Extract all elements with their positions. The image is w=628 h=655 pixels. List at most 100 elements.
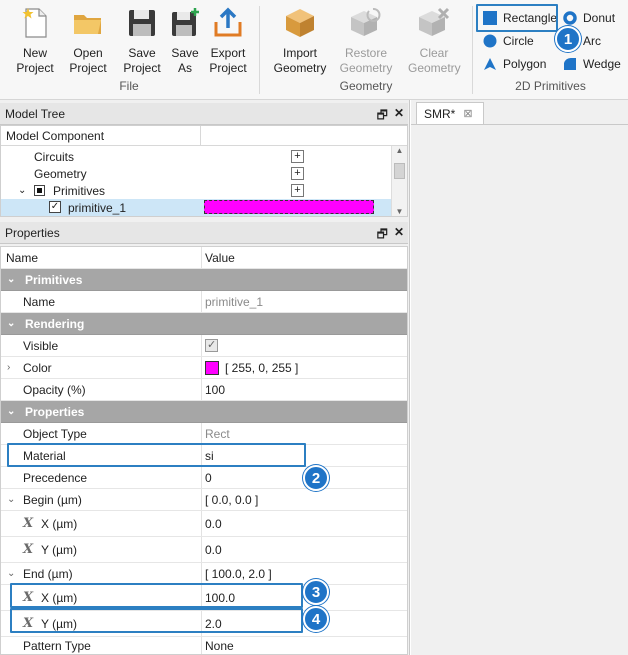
save-project-label: Save Project xyxy=(123,46,161,75)
close-icon[interactable]: ✕ xyxy=(394,106,404,127)
editor-canvas[interactable] xyxy=(411,124,628,655)
model-tree-header: Model Tree 🗗 ✕ xyxy=(0,103,408,125)
property-row-visible[interactable]: Visible ✓ xyxy=(1,335,407,357)
export-icon xyxy=(214,7,242,37)
wedge-button[interactable]: Wedge xyxy=(563,54,621,74)
axis-x-icon: X xyxy=(23,590,34,605)
property-row-opacity[interactable]: Opacity (%) 100 xyxy=(1,379,407,401)
callout-1: 1 xyxy=(555,26,581,52)
property-row-color[interactable]: › Color [ 255, 0, 255 ] xyxy=(1,357,407,379)
chevron-down-icon[interactable]: ⌄ xyxy=(7,318,15,329)
open-project-button[interactable]: Open Project xyxy=(63,4,113,76)
property-value: primitive_1 xyxy=(205,294,264,309)
property-row-precedence[interactable]: Precedence 0 xyxy=(1,467,407,489)
end-y-input[interactable]: 2.0 xyxy=(205,617,222,631)
donut-button[interactable]: Donut xyxy=(563,8,615,28)
category-properties[interactable]: ⌄ Properties xyxy=(1,401,407,423)
property-label: Y (µm) xyxy=(41,542,78,557)
import-geometry-button[interactable]: Import Geometry xyxy=(272,4,328,76)
rectangle-icon xyxy=(483,11,497,25)
category-label: Properties xyxy=(25,404,85,419)
chevron-right-icon[interactable]: › xyxy=(7,362,10,373)
chevron-down-icon[interactable]: ⌄ xyxy=(7,568,15,579)
restore-window-icon[interactable]: 🗗 xyxy=(377,106,388,127)
add-icon[interactable]: + xyxy=(291,184,304,197)
wedge-icon xyxy=(564,57,576,70)
tree-row-geometry[interactable]: Geometry + xyxy=(1,165,392,182)
restore-geometry-label: Restore Geometry xyxy=(339,46,393,75)
model-tree-controls: 🗗 ✕ xyxy=(377,106,404,127)
property-row-name[interactable]: Name primitive_1 xyxy=(1,291,407,313)
property-row-begin-x[interactable]: X X (µm) 0.0 xyxy=(1,511,407,537)
properties-header: Properties 🗗 ✕ xyxy=(0,222,408,244)
property-row-pattern-type[interactable]: Pattern Type None xyxy=(1,635,407,654)
chevron-down-icon[interactable]: ⌄ xyxy=(7,274,15,285)
property-label: Visible xyxy=(23,338,59,353)
primitive-color-swatch[interactable] xyxy=(204,200,374,214)
visible-checkbox[interactable]: ✓ xyxy=(205,339,218,355)
restore-geometry-icon xyxy=(351,8,381,36)
export-project-button[interactable]: Export Project xyxy=(203,4,253,76)
tab-smr[interactable]: SMR* ⊠ xyxy=(416,102,484,124)
property-label: X (µm) xyxy=(41,516,78,531)
color-swatch[interactable] xyxy=(205,361,219,375)
chevron-down-icon[interactable]: ⌄ xyxy=(18,185,26,196)
circle-label: Circle xyxy=(503,34,534,48)
axis-x-icon: X xyxy=(23,616,34,631)
category-rendering[interactable]: ⌄ Rendering xyxy=(1,313,407,335)
property-label: Precedence xyxy=(23,470,88,485)
model-tree: Model Component Circuits + Geometry + ⌄ … xyxy=(0,125,408,217)
circle-button[interactable]: Circle xyxy=(483,31,534,51)
add-icon[interactable]: + xyxy=(291,167,304,180)
rectangle-label: Rectangle xyxy=(503,11,558,25)
category-label: Rendering xyxy=(25,316,85,331)
property-row-begin[interactable]: ⌄ Begin (µm) [ 0.0, 0.0 ] xyxy=(1,489,407,511)
scroll-up-icon[interactable]: ▲ xyxy=(392,146,407,155)
tree-label: Primitives xyxy=(53,183,106,198)
add-icon[interactable]: + xyxy=(291,150,304,163)
geometry-group-label: Geometry xyxy=(339,79,393,93)
property-label: Color xyxy=(23,360,52,375)
ribbon-toolbar: New Project Open Project Save Project Sa… xyxy=(0,0,628,100)
end-x-input[interactable]: 100.0 xyxy=(205,591,235,605)
chevron-down-icon[interactable]: ⌄ xyxy=(7,494,15,505)
chevron-down-icon[interactable]: ⌄ xyxy=(7,406,15,417)
property-row-material[interactable]: Material si xyxy=(1,445,407,467)
properties-title: Properties xyxy=(5,225,60,240)
import-geometry-icon xyxy=(286,9,314,37)
tree-row-circuits[interactable]: Circuits + xyxy=(1,148,392,165)
property-row-end-y[interactable]: X Y (µm) 2.0 xyxy=(1,611,407,637)
polygon-button[interactable]: Polygon xyxy=(483,54,546,74)
clear-geometry-button[interactable]: Clear Geometry xyxy=(408,4,461,76)
category-primitives[interactable]: ⌄ Primitives xyxy=(1,269,407,291)
property-row-begin-y[interactable]: X Y (µm) 0.0 xyxy=(1,537,407,563)
rectangle-button[interactable]: Rectangle xyxy=(483,8,557,28)
checkbox-partial-icon[interactable] xyxy=(34,185,45,196)
restore-geometry-button[interactable]: Restore Geometry xyxy=(338,4,394,76)
property-row-end[interactable]: ⌄ End (µm) [ 100.0, 2.0 ] xyxy=(1,563,407,585)
scroll-thumb[interactable] xyxy=(394,163,405,179)
tree-row-primitives[interactable]: ⌄ Primitives + xyxy=(1,182,392,199)
restore-window-icon[interactable]: 🗗 xyxy=(377,225,388,246)
checkbox-checked-icon[interactable]: ✓ xyxy=(49,201,61,213)
scroll-down-icon[interactable]: ▼ xyxy=(392,207,407,216)
property-row-object-type[interactable]: Object Type Rect xyxy=(1,423,407,445)
property-value: 0 xyxy=(205,470,212,485)
properties-column-header: Name Value xyxy=(1,247,407,269)
open-project-label: Open Project xyxy=(69,46,107,75)
callout-4: 4 xyxy=(303,606,329,632)
primitives-group-label: 2D Primitives xyxy=(515,79,586,93)
geometry-group: Import Geometry Restore Geometry Clear G… xyxy=(260,0,472,100)
material-input[interactable]: si xyxy=(205,449,214,463)
tree-row-primitive-1[interactable]: ✓ primitive_1 xyxy=(1,199,392,216)
tab-close-icon[interactable]: ⊠ xyxy=(463,107,472,120)
circle-icon xyxy=(483,34,497,48)
close-icon[interactable]: ✕ xyxy=(394,225,404,246)
property-row-end-x[interactable]: X X (µm) 100.0 xyxy=(1,585,407,611)
tree-scrollbar[interactable]: ▲ ▼ xyxy=(391,146,407,216)
property-value: 100 xyxy=(205,382,226,397)
new-project-button[interactable]: New Project xyxy=(10,4,60,76)
tab-label: SMR* xyxy=(424,106,456,121)
properties-grid: Name Value ⌄ Primitives Name primitive_1… xyxy=(0,246,408,655)
callout-2: 2 xyxy=(303,465,329,491)
